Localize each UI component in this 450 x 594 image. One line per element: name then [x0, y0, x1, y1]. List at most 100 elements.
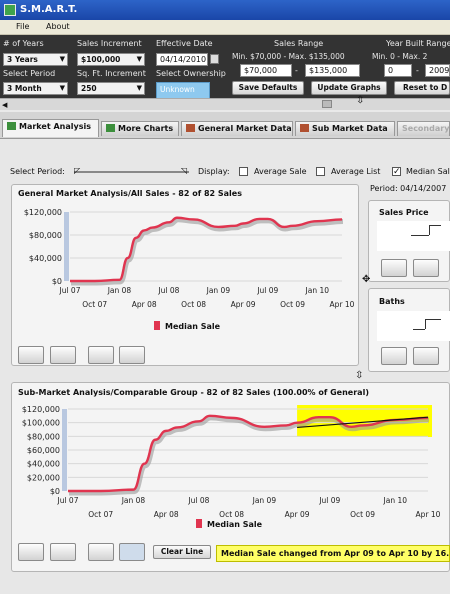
year-min-input[interactable]: 0 — [384, 64, 412, 77]
zoom-button[interactable] — [413, 259, 439, 277]
scroll-left-icon[interactable]: ◀ — [2, 101, 7, 109]
slider-left-handle[interactable]: ◸ — [74, 166, 80, 175]
x-tick-label: Apr 09 — [231, 300, 256, 309]
x-tick-label: Oct 09 — [280, 300, 305, 309]
panel-title: Sub-Market Analysis/Comparable Group - 8… — [18, 388, 369, 397]
sales-min-input[interactable]: $70,000 — [240, 64, 292, 77]
menu-bar: File About — [0, 20, 450, 35]
years-label: # of Years — [3, 39, 44, 48]
average-sale-label: Average Sale — [254, 167, 307, 176]
clear-line-button[interactable]: Clear Line — [153, 545, 211, 559]
series-shadow — [70, 217, 344, 286]
effective-date-input[interactable]: 04/14/2010 — [156, 53, 208, 66]
x-tick-label: Apr 08 — [154, 510, 179, 519]
title-bar: S.M.A.R.T. — [0, 0, 450, 20]
chart-icon — [106, 124, 115, 132]
y-axis-bar — [64, 212, 69, 281]
x-tick-label: Jan 09 — [206, 286, 231, 295]
average-sale-checkbox[interactable] — [239, 167, 248, 176]
chart-options-button[interactable] — [18, 543, 44, 561]
y-tick-label: $0 — [50, 487, 60, 496]
x-tick-label: Oct 09 — [350, 510, 375, 519]
tab-general-market-data[interactable]: General Market Data — [181, 121, 293, 136]
chart-options-button[interactable] — [18, 346, 44, 364]
save-defaults-button[interactable]: Save Defaults — [232, 81, 304, 95]
table-icon — [186, 124, 195, 132]
legend-median-sale: Median Sale — [196, 519, 262, 529]
period-slider-track[interactable] — [74, 171, 189, 173]
pie-chart-button[interactable] — [88, 543, 114, 561]
sales-max-input[interactable]: $135,000 — [305, 64, 360, 77]
year-max-input[interactable]: 2009 — [425, 64, 450, 77]
x-tick-label: Apr 09 — [285, 510, 310, 519]
x-tick-label: Jul 07 — [59, 286, 81, 295]
years-select[interactable]: 3 Years ▼ — [3, 53, 68, 66]
tab-market-analysis[interactable]: Market Analysis — [2, 119, 99, 137]
y-tick-label: $80,000 — [29, 231, 62, 240]
x-tick-label: Oct 08 — [181, 300, 206, 309]
tab-strip: Market Analysis More Charts General Mark… — [0, 112, 450, 138]
x-tick-label: Jan 08 — [107, 286, 132, 295]
y-tick-label: $40,000 — [29, 254, 62, 263]
average-list-checkbox[interactable] — [316, 167, 325, 176]
table-icon — [300, 124, 309, 132]
y-tick-label: $120,000 — [22, 405, 60, 414]
reset-button[interactable]: Reset to D — [394, 81, 450, 95]
sales-price-mini-chart — [377, 221, 450, 251]
select-period-label: Select Period: — [10, 167, 65, 176]
control-panel: # of Years 3 Years ▼ Select Period 3 Mont… — [0, 35, 450, 100]
baths-panel: Baths — [368, 288, 450, 372]
y-tick-label: $80,000 — [27, 432, 60, 441]
general-market-panel: General Market Analysis/All Sales - 82 o… — [11, 184, 359, 366]
pie-chart-button[interactable] — [88, 346, 114, 364]
sqft-increment-label: Sq. Ft. Increment — [77, 69, 146, 78]
calendar-icon[interactable] — [210, 54, 219, 64]
general-market-chart: $120,000 $80,000 $40,000 $0Jul 07 Jan 08 Jul … — [24, 208, 355, 309]
baths-title: Baths — [379, 297, 405, 306]
update-graphs-button[interactable]: Update Graphs — [311, 81, 387, 95]
median-sale-label: Median Sal — [406, 167, 450, 176]
chevron-down-icon: ▼ — [59, 84, 65, 92]
tab-more-charts[interactable]: More Charts — [101, 121, 179, 136]
zoom-button[interactable] — [50, 543, 76, 561]
zoom-button[interactable] — [413, 347, 439, 365]
x-tick-label: Oct 07 — [82, 300, 107, 309]
scroll-thumb[interactable] — [322, 100, 332, 108]
median-sale-checkbox[interactable]: ✓ — [392, 167, 401, 177]
chart-icon — [7, 122, 16, 130]
sales-price-panel: Sales Price — [368, 200, 450, 282]
horizontal-scrollbar[interactable]: ◀ ⇳ — [0, 95, 450, 110]
sub-market-chart: $120,000 $100,000 $80,000 $60,000 $40,000 $20… — [22, 405, 441, 519]
year-built-minmax: Min. 0 - Max. 2 — [372, 52, 428, 61]
x-tick-label: Jul 07 — [57, 496, 79, 505]
trend-line-button[interactable] — [119, 346, 145, 364]
sub-market-panel: Sub-Market Analysis/Comparable Group - 8… — [11, 382, 450, 572]
period-label: Period: 04/14/2007 — [370, 184, 447, 193]
zoom-button[interactable] — [50, 346, 76, 364]
sales-increment-select[interactable]: $100,000 ▼ — [77, 53, 145, 66]
splitter-handle-icon[interactable]: ⇳ — [355, 370, 363, 381]
tab-secondary[interactable]: Secondary — [397, 121, 450, 136]
legend-swatch — [154, 321, 160, 330]
menu-file[interactable]: File — [16, 22, 29, 31]
year-built-label: Year Built Range — [386, 39, 450, 48]
y-tick-label: $20,000 — [27, 473, 60, 482]
splitter-handle-icon[interactable]: ✥ — [362, 274, 370, 285]
status-message: Median Sale changed from Apr 09 to Apr 1… — [216, 545, 450, 562]
panel-title: General Market Analysis/All Sales - 82 o… — [18, 189, 242, 198]
period-select[interactable]: 3 Month ▼ — [3, 82, 68, 95]
slider-right-handle[interactable]: ◹ — [181, 166, 187, 175]
chevron-down-icon: ▼ — [136, 84, 142, 92]
period-label: Select Period — [3, 69, 56, 78]
display-label: Display: — [198, 167, 230, 176]
menu-about[interactable]: About — [46, 22, 70, 31]
tab-sub-market-data[interactable]: Sub Market Data — [295, 121, 395, 136]
resize-handle-icon[interactable]: ⇳ — [356, 95, 364, 106]
chart-options-button[interactable] — [381, 259, 407, 277]
trend-line-button[interactable] — [119, 543, 145, 561]
chart-options-button[interactable] — [381, 347, 407, 365]
sqft-increment-select[interactable]: 250 ▼ — [77, 82, 145, 95]
y-tick-label: $60,000 — [27, 446, 60, 455]
average-list-label: Average List — [331, 167, 381, 176]
ownership-label: Select Ownership — [156, 69, 226, 78]
